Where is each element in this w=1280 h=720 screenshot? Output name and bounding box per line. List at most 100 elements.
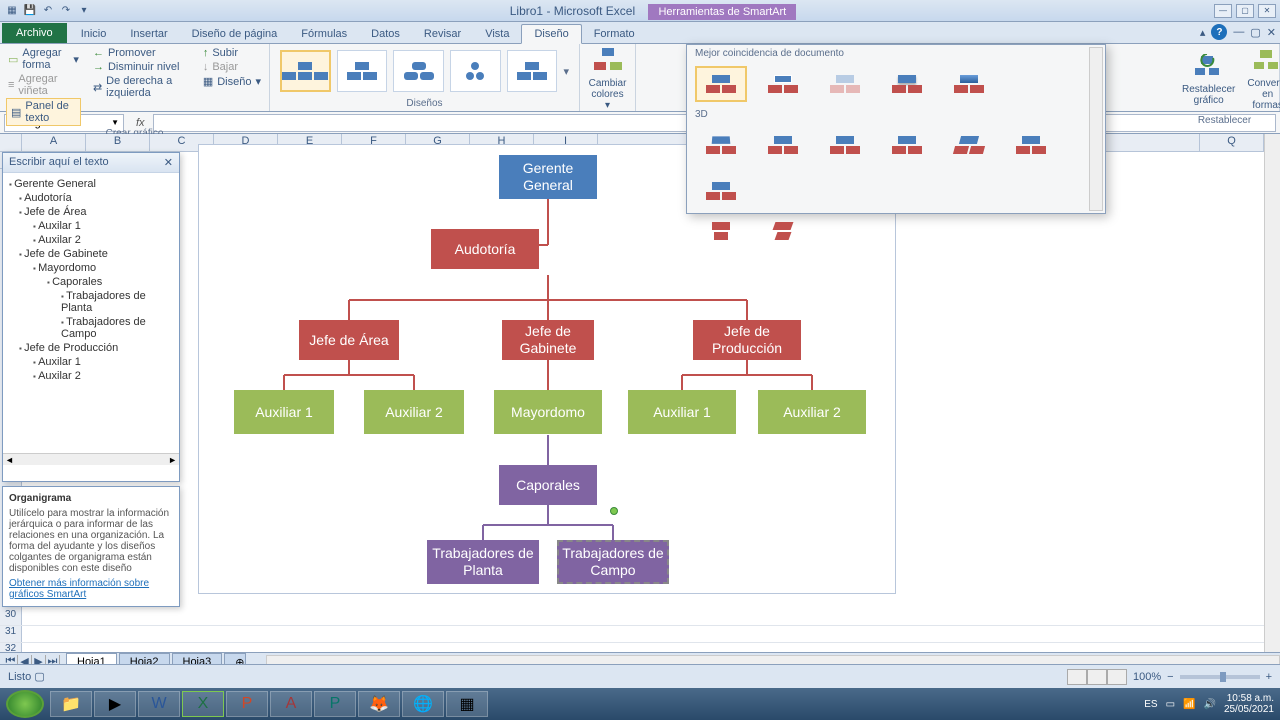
- col-header[interactable]: Q: [1200, 134, 1264, 151]
- text-pane-item[interactable]: Jefe de Producción: [5, 341, 177, 355]
- node-jefe-produccion[interactable]: Jefe de Producción: [693, 320, 801, 360]
- tab-file[interactable]: Archivo: [2, 23, 67, 43]
- node-trab-planta[interactable]: Trabajadores de Planta: [427, 540, 539, 584]
- text-pane-item[interactable]: Auxilar 1: [5, 355, 177, 369]
- text-pane-item[interactable]: Jefe de Gabinete: [5, 247, 177, 261]
- text-pane-item[interactable]: Audotoría: [5, 191, 177, 205]
- taskbar-app-icon[interactable]: 🦊: [358, 691, 400, 717]
- tab-inicio[interactable]: Inicio: [69, 25, 119, 43]
- zoom-level[interactable]: 100%: [1133, 671, 1161, 683]
- tray-network-icon[interactable]: 📶: [1183, 699, 1195, 710]
- style-option[interactable]: [695, 213, 747, 249]
- zoom-out-button[interactable]: −: [1167, 671, 1173, 683]
- vertical-scrollbar[interactable]: [1264, 134, 1280, 652]
- node-aux2[interactable]: Auxiliar 2: [364, 390, 464, 434]
- excel-icon[interactable]: ▦: [4, 3, 20, 19]
- node-aux2b[interactable]: Auxiliar 2: [758, 390, 866, 434]
- row-header[interactable]: 30: [0, 609, 22, 625]
- tray-volume-icon[interactable]: 🔊: [1203, 699, 1215, 710]
- text-pane-item[interactable]: Trabajadores de Campo: [5, 315, 177, 341]
- tray-flag-icon[interactable]: ▭: [1166, 699, 1175, 710]
- taskbar-excel-icon[interactable]: X: [182, 691, 224, 717]
- tab-vista[interactable]: Vista: [473, 25, 521, 43]
- qat-more-icon[interactable]: ▾: [76, 3, 92, 19]
- smartart-style-gallery[interactable]: Mejor coincidencia de documento 3D: [686, 44, 1106, 214]
- doc-minimize-button[interactable]: —: [1233, 26, 1244, 38]
- tab-diseno-smartart[interactable]: Diseño: [521, 24, 581, 44]
- minimize-ribbon-icon[interactable]: ▴: [1200, 26, 1206, 39]
- taskbar-access-icon[interactable]: A: [270, 691, 312, 717]
- text-pane-item[interactable]: Mayordomo: [5, 261, 177, 275]
- text-pane-item[interactable]: Auxilar 1: [5, 219, 177, 233]
- agregar-vineta-button[interactable]: ≡Agregar viñeta: [6, 72, 81, 98]
- node-trab-campo[interactable]: Trabajadores de Campo: [557, 540, 669, 584]
- text-pane-item[interactable]: Auxilar 2: [5, 233, 177, 247]
- text-pane-item[interactable]: Gerente General: [5, 177, 177, 191]
- tray-lang[interactable]: ES: [1144, 699, 1157, 710]
- rotation-handle-icon[interactable]: [610, 507, 618, 515]
- layouts-more-icon[interactable]: ▾: [563, 65, 569, 78]
- tab-insertar[interactable]: Insertar: [118, 25, 179, 43]
- view-layout-button[interactable]: [1087, 669, 1107, 685]
- style-option[interactable]: [819, 127, 871, 163]
- style-option[interactable]: [881, 66, 933, 102]
- subir-button[interactable]: ↑Subir: [201, 46, 263, 60]
- save-icon[interactable]: 💾: [22, 3, 38, 19]
- style-option[interactable]: [757, 213, 809, 249]
- style-option[interactable]: [881, 127, 933, 163]
- minimize-button[interactable]: —: [1214, 4, 1232, 18]
- doc-close-button[interactable]: ✕: [1267, 26, 1276, 39]
- node-caporales[interactable]: Caporales: [499, 465, 597, 505]
- redo-icon[interactable]: ↷: [58, 3, 74, 19]
- gallery-scrollbar[interactable]: [1089, 47, 1103, 211]
- style-option[interactable]: [757, 127, 809, 163]
- tab-formato[interactable]: Formato: [582, 25, 647, 43]
- panel-texto-button[interactable]: ▤Panel de texto: [6, 98, 81, 126]
- taskbar-chrome-icon[interactable]: 🌐: [402, 691, 444, 717]
- start-button[interactable]: [6, 690, 44, 718]
- taskbar-media-icon[interactable]: ▶: [94, 691, 136, 717]
- macro-record-icon[interactable]: ▢: [34, 671, 44, 683]
- doc-restore-button[interactable]: ▢: [1250, 26, 1260, 39]
- convertir-button[interactable]: Convertir en formas: [1241, 46, 1280, 113]
- tab-revisar[interactable]: Revisar: [412, 25, 473, 43]
- taskbar-word-icon[interactable]: W: [138, 691, 180, 717]
- zoom-in-button[interactable]: +: [1266, 671, 1272, 683]
- layout-option[interactable]: [393, 50, 444, 92]
- style-option[interactable]: [943, 66, 995, 102]
- bajar-button[interactable]: ↓Bajar: [201, 60, 263, 74]
- style-option[interactable]: [1005, 127, 1057, 163]
- tab-formulas[interactable]: Fórmulas: [289, 25, 359, 43]
- cambiar-colores-button[interactable]: Cambiar colores ▾: [586, 46, 629, 113]
- undo-icon[interactable]: ↶: [40, 3, 56, 19]
- row-header[interactable]: 31: [0, 626, 22, 642]
- node-auditoria[interactable]: Audotoría: [431, 229, 539, 269]
- taskbar-explorer-icon[interactable]: 📁: [50, 691, 92, 717]
- node-jefe-gabinete[interactable]: Jefe de Gabinete: [502, 320, 594, 360]
- tray-date[interactable]: 25/05/2021: [1224, 704, 1274, 715]
- view-pagebreak-button[interactable]: [1107, 669, 1127, 685]
- layout-option[interactable]: [280, 50, 331, 92]
- col-header[interactable]: A: [22, 134, 86, 151]
- view-normal-button[interactable]: [1067, 669, 1087, 685]
- node-mayordomo[interactable]: Mayordomo: [494, 390, 602, 434]
- style-option[interactable]: [695, 66, 747, 102]
- taskbar-app-icon[interactable]: ▦: [446, 691, 488, 717]
- tab-datos[interactable]: Datos: [359, 25, 412, 43]
- smartart-text-pane[interactable]: Escribir aquí el texto✕ Gerente GeneralA…: [2, 152, 180, 482]
- maximize-button[interactable]: ▢: [1236, 4, 1254, 18]
- text-pane-item[interactable]: Auxilar 2: [5, 369, 177, 383]
- node-jefe-area[interactable]: Jefe de Área: [299, 320, 399, 360]
- text-pane-item[interactable]: Trabajadores de Planta: [5, 289, 177, 315]
- select-all-corner[interactable]: [0, 134, 22, 152]
- promover-button[interactable]: ←Promover: [91, 46, 191, 60]
- text-pane-close-icon[interactable]: ✕: [164, 156, 173, 169]
- restablecer-button[interactable]: Restablecer gráfico: [1176, 46, 1241, 113]
- node-gerente[interactable]: Gerente General: [499, 155, 597, 199]
- layout-option[interactable]: [450, 50, 501, 92]
- info-link[interactable]: Obtener más información sobre gráficos S…: [9, 578, 149, 600]
- style-option[interactable]: [943, 127, 995, 163]
- node-aux1[interactable]: Auxiliar 1: [234, 390, 334, 434]
- tray-time[interactable]: 10:58 a.m.: [1224, 693, 1274, 704]
- col-header[interactable]: B: [86, 134, 150, 151]
